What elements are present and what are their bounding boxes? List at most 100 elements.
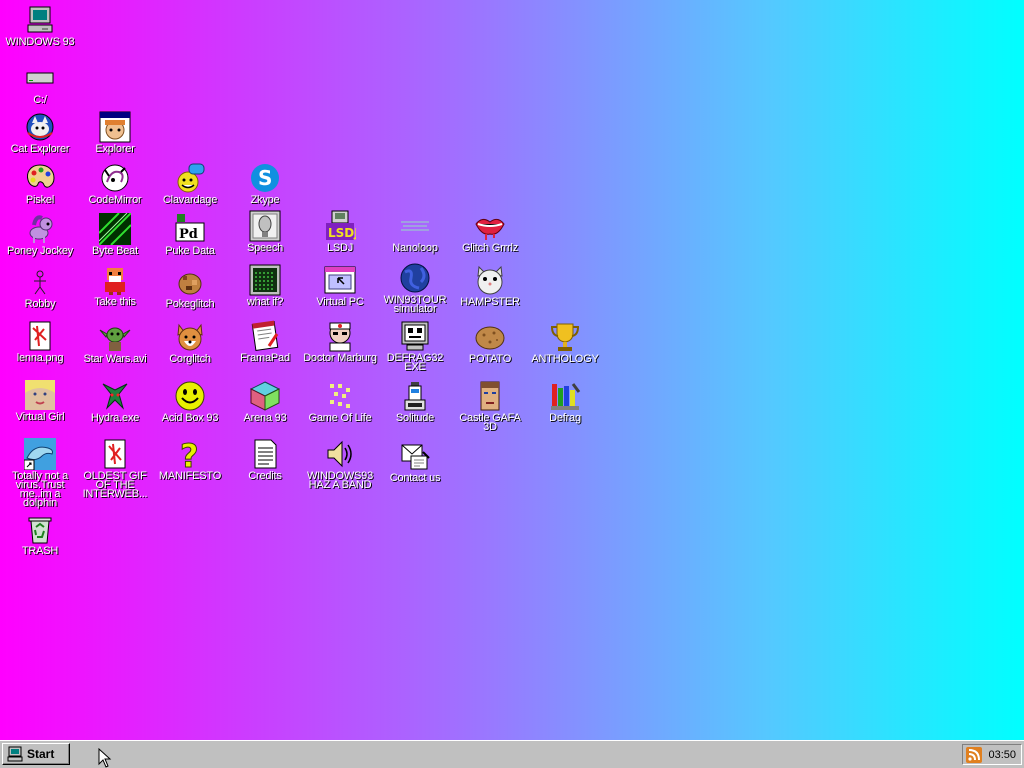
robby-icon-item[interactable]: Robby — [2, 266, 78, 310]
icon-label: Credits — [248, 470, 282, 482]
puke-data-icon-item[interactable]: Pd Puke Data — [152, 213, 228, 257]
icon-label: MANIFESTO — [158, 470, 222, 482]
icon-label: LSDJ — [326, 242, 354, 254]
icon-label: Cat Explorer — [10, 143, 70, 155]
icon-label: WINDOWS 93 — [5, 36, 75, 48]
piskel-icon-item[interactable]: Piskel — [2, 162, 78, 206]
icon-label: Star Wars.avi — [83, 353, 147, 365]
acid-box-icon-item[interactable]: Acid Box 93 — [152, 380, 228, 424]
icon-label: lenna.png — [16, 352, 64, 364]
defrag-icon-item[interactable]: Defrag — [527, 380, 603, 424]
icon-label: Defrag — [549, 412, 581, 424]
icon-label: Corglitch — [169, 353, 211, 365]
cat-explorer-icon — [24, 111, 56, 143]
byte-beat-icon-item[interactable]: Byte Beat — [77, 213, 153, 257]
icon-label: Virtual PC — [316, 296, 364, 308]
icon-label: Puke Data — [165, 245, 215, 257]
nanoloop-icon-item[interactable]: Nanoloop — [377, 210, 453, 254]
icon-label: Pokeglitch — [165, 298, 215, 310]
clavardage-icon-item[interactable]: Clavardage — [152, 162, 228, 206]
icon-label: Acid Box 93 — [161, 412, 219, 424]
notepad-icon — [249, 320, 281, 352]
desktop: WINDOWS 93 C:/ Cat Explorer Piskel Poney… — [0, 0, 1024, 740]
arena93-icon-item[interactable]: Arena 93 — [227, 380, 303, 424]
question-mark-icon: ? — [174, 438, 206, 470]
icon-label: POTATO — [468, 353, 512, 365]
cat-explorer-icon-item[interactable]: Cat Explorer — [2, 111, 78, 155]
icon-label: Hydra.exe — [90, 412, 140, 424]
smiley-icon — [174, 380, 206, 412]
hamster-icon — [474, 264, 506, 296]
oldest-gif-icon-item[interactable]: OLDEST GIF OF THE INTERWEB... — [77, 438, 153, 500]
icon-label: Take this — [94, 296, 136, 308]
svg-text:LSDJ: LSDJ — [328, 226, 356, 240]
trophy-icon — [549, 321, 581, 353]
castle-gafa-icon-item[interactable]: Castle GAFA 3D — [452, 380, 528, 433]
start-label: Start — [27, 747, 55, 761]
icon-label: DEFRAG32 EXE — [386, 352, 444, 373]
virtual-girl-icon-item[interactable]: Virtual Girl — [2, 379, 78, 423]
icon-label: FramaPad — [240, 352, 290, 364]
speech-icon — [249, 210, 281, 242]
icon-label: Nanoloop — [392, 242, 438, 254]
image-file-icon — [24, 320, 56, 352]
zkype-icon-item[interactable]: S Zkype — [227, 162, 303, 206]
icon-label: TRASH — [21, 545, 59, 557]
solitude-icon — [399, 380, 431, 412]
palette-icon — [24, 162, 56, 194]
anthology-icon-item[interactable]: ANTHOLOGY — [527, 321, 603, 365]
star-wars-icon-item[interactable]: Star Wars.avi — [77, 321, 153, 365]
take-this-icon-item[interactable]: Take this — [77, 264, 153, 308]
game-of-life-icon-item[interactable]: Game Of Life — [302, 380, 378, 424]
doctor-marburg-icon-item[interactable]: Doctor Marburg — [302, 320, 378, 364]
icon-label: Doctor Marburg — [303, 352, 377, 364]
icon-label: Clavardage — [162, 194, 218, 206]
hampster-icon-item[interactable]: HAMPSTER — [452, 264, 528, 308]
icon-label: Virtual Girl — [15, 411, 65, 423]
explorer-icon-item[interactable]: Explorer — [77, 111, 153, 155]
trash-icon-item[interactable]: TRASH — [2, 513, 78, 557]
windows93-icon-item[interactable]: WINDOWS 93 — [2, 4, 78, 48]
svg-text:?: ? — [180, 438, 199, 470]
byte-beat-icon — [99, 213, 131, 245]
defrag32-icon-item[interactable]: DEFRAG32 EXE — [377, 320, 453, 373]
dolphin-icon-item[interactable]: Totally not a virus.Trust me..im a dolph… — [2, 438, 78, 509]
lenna-icon-item[interactable]: lenna.png — [2, 320, 78, 364]
manifesto-icon-item[interactable]: ? MANIFESTO — [152, 438, 228, 482]
glitch-grrrlz-icon-item[interactable]: Glitch Grrrlz — [452, 210, 528, 254]
gif-file-icon — [99, 438, 131, 470]
hydra-icon — [99, 380, 131, 412]
framapad-icon-item[interactable]: FramaPad — [227, 320, 303, 364]
contact-icon-item[interactable]: Contact us — [377, 440, 453, 484]
what-if-icon-item[interactable]: what if? — [227, 264, 303, 308]
puke-data-icon: Pd — [174, 213, 206, 245]
c-drive-icon-item[interactable]: C:/ — [2, 62, 78, 106]
icon-label: Arena 93 — [243, 412, 287, 424]
speech-icon-item[interactable]: Speech — [227, 210, 303, 254]
icon-label: Byte Beat — [92, 245, 138, 257]
corglitch-icon-item[interactable]: Corglitch — [152, 321, 228, 365]
defrag-monitor-icon — [399, 320, 431, 352]
zkype-icon: S — [249, 162, 281, 194]
band-icon-item[interactable]: WINDOWS93 HAZ A BAND — [302, 438, 378, 491]
start-button[interactable]: Start — [2, 743, 70, 765]
solitude-icon-item[interactable]: Solitude — [377, 380, 453, 424]
potato-icon-item[interactable]: POTATO — [452, 321, 528, 365]
credits-icon-item[interactable]: Credits — [227, 438, 303, 482]
gameboy-icon: LSDJ — [324, 210, 356, 242]
icon-label: ANTHOLOGY — [531, 353, 599, 365]
codemirror-icon-item[interactable]: CodeMirror — [77, 162, 153, 206]
pokeglitch-icon-item[interactable]: Pokeglitch — [152, 266, 228, 310]
virtual-pc-icon-item[interactable]: Virtual PC — [302, 264, 378, 308]
cube-icon — [249, 380, 281, 412]
poney-jockey-icon-item[interactable]: Poney Jockey — [2, 213, 78, 257]
hydra-icon-item[interactable]: Hydra.exe — [77, 380, 153, 424]
win93tour-icon-item[interactable]: WIN93TOUR simulator — [377, 262, 453, 315]
start-computer-icon — [7, 746, 23, 762]
icon-label: Contact us — [389, 472, 441, 484]
icon-label: Explorer — [95, 143, 135, 155]
lsdj-icon-item[interactable]: LSDJ LSDJ — [302, 210, 378, 254]
doctor-icon — [324, 320, 356, 352]
rss-feed-icon[interactable] — [966, 746, 983, 763]
icon-label: Castle GAFA 3D — [459, 412, 521, 433]
